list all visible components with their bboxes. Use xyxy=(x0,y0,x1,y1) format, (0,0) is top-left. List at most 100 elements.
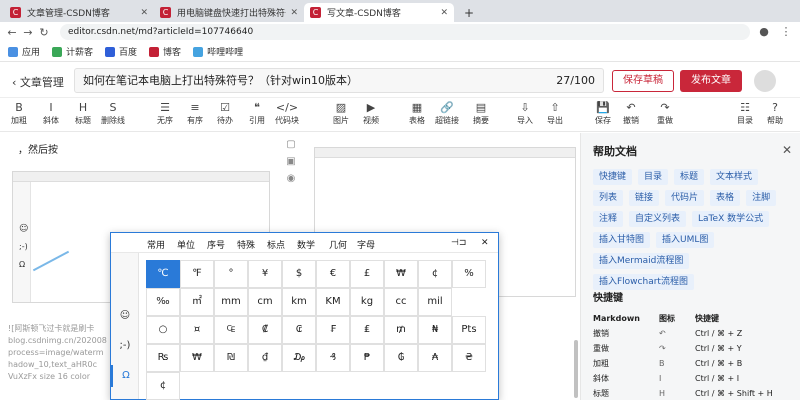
toolbar-12-button[interactable]: 🔗 超链接 xyxy=(430,100,464,126)
help-chip[interactable]: 插入Mermaid流程图 xyxy=(593,253,690,269)
symbol-key[interactable]: cc xyxy=(384,288,418,316)
bookmark-bilibili[interactable]: 哔哩哔哩 xyxy=(193,45,243,58)
ime-tab[interactable]: 数学 xyxy=(297,238,315,251)
toolbar-15-button[interactable]: ⇧ 导出 xyxy=(538,100,572,126)
symbol-key[interactable]: ₣ xyxy=(316,316,350,344)
back-arrow-icon[interactable]: ← xyxy=(4,26,20,39)
symbol-key[interactable]: ₢ xyxy=(282,316,316,344)
toolbar-5-button[interactable]: ≡ 有序 xyxy=(178,100,212,126)
copy-icon[interactable]: ▣ xyxy=(284,156,298,170)
help-chip[interactable]: 列表 xyxy=(593,190,624,206)
pin-icon[interactable]: ⊣⊐ xyxy=(451,238,466,248)
tab-close-icon[interactable]: ✕ xyxy=(140,8,148,18)
sync-scroll-icon[interactable]: ▢ xyxy=(284,139,298,153)
toolbar-2-button[interactable]: H 标题 xyxy=(66,100,100,126)
symbol-key[interactable]: ₨ xyxy=(146,344,180,372)
preview-scrollbar[interactable] xyxy=(574,340,578,398)
symbol-key[interactable]: € xyxy=(316,260,350,288)
bookmark-blog[interactable]: 博客 xyxy=(149,45,181,58)
tab-write-article[interactable]: C 写文章-CSDN博客 ✕ xyxy=(304,3,454,22)
ime-tab[interactable]: 序号 xyxy=(207,238,225,251)
close-icon[interactable]: ✕ xyxy=(481,238,489,248)
toolbar-0-button[interactable]: B 加粗 xyxy=(2,100,36,126)
toolbar-6-button[interactable]: ☑ 待办 xyxy=(208,100,242,126)
symbol-key[interactable]: ₫ xyxy=(248,344,282,372)
symbol-key[interactable]: ¥ xyxy=(248,260,282,288)
help-chip[interactable]: 目录 xyxy=(638,169,669,185)
emoji-icon[interactable]: ☺ xyxy=(111,305,139,327)
symbol-key[interactable]: Pts xyxy=(452,316,486,344)
symbol-key[interactable]: ₴ xyxy=(452,344,486,372)
symbol-key[interactable]: ¤ xyxy=(180,316,214,344)
symbol-key[interactable]: % xyxy=(452,260,486,288)
toolbar-19-button[interactable]: ☷ 目录 xyxy=(728,100,762,126)
symbol-key[interactable]: ₲ xyxy=(384,344,418,372)
help-chip[interactable]: 注脚 xyxy=(746,190,777,206)
help-chip[interactable]: 自定义列表 xyxy=(629,211,687,227)
ime-tab[interactable]: 常用 xyxy=(147,238,165,251)
help-chip[interactable]: 标题 xyxy=(674,169,705,185)
new-tab-button[interactable]: + xyxy=(458,3,476,22)
help-chip[interactable]: 快捷键 xyxy=(593,169,633,185)
symbol-key[interactable]: ₥ xyxy=(384,316,418,344)
symbol-key[interactable]: km xyxy=(282,288,316,316)
toolbar-13-button[interactable]: ▤ 摘要 xyxy=(464,100,498,126)
ime-tab[interactable]: 特殊 xyxy=(237,238,255,251)
symbol-key[interactable]: $ xyxy=(282,260,316,288)
account-icon[interactable]: ● xyxy=(756,25,772,38)
toolbar-9-button[interactable]: ▨ 图片 xyxy=(324,100,358,126)
toolbar-1-button[interactable]: I 斜体 xyxy=(34,100,68,126)
symbol-key[interactable]: ₤ xyxy=(350,316,384,344)
symbol-key[interactable]: ¢ xyxy=(146,372,180,400)
forward-arrow-icon[interactable]: → xyxy=(20,26,36,39)
symbol-key[interactable]: mil xyxy=(418,288,452,316)
symbol-key[interactable]: ° xyxy=(214,260,248,288)
bookmark-jixinke[interactable]: 计薪客 xyxy=(52,45,93,58)
bookmark-apps[interactable]: 应用 xyxy=(8,45,40,58)
symbol-key[interactable]: ₦ xyxy=(418,316,452,344)
symbol-key[interactable]: ₡ xyxy=(248,316,282,344)
toolbar-4-button[interactable]: ☰ 无序 xyxy=(148,100,182,126)
ime-tab[interactable]: 标点 xyxy=(267,238,285,251)
symbol-key[interactable]: ℃ xyxy=(146,260,180,288)
symbol-key[interactable]: ○ xyxy=(146,316,180,344)
symbol-key[interactable]: ¢ xyxy=(418,260,452,288)
avatar[interactable] xyxy=(754,70,776,92)
symbol-key[interactable]: KM xyxy=(316,288,350,316)
help-chip[interactable]: 插入UML图 xyxy=(656,232,715,248)
symbol-key[interactable]: ℉ xyxy=(180,260,214,288)
toolbar-18-button[interactable]: ↷ 重做 xyxy=(648,100,682,126)
tab-article-manage[interactable]: C 文章管理-CSDN博客 ✕ xyxy=(4,3,154,22)
emoticon-icon[interactable]: ;-) xyxy=(111,335,139,357)
toolbar-20-button[interactable]: ? 帮助 xyxy=(758,100,792,126)
symbol-key[interactable]: mm xyxy=(214,288,248,316)
bookmark-baidu[interactable]: 百度 xyxy=(105,45,137,58)
help-chip[interactable]: 表格 xyxy=(710,190,741,206)
symbol-key[interactable]: ₩ xyxy=(384,260,418,288)
article-title-input[interactable]: 如何在笔记本电脑上打出特殊符号？（针对win10版本） 27/100 xyxy=(74,68,604,93)
symbol-key[interactable]: ₠ xyxy=(214,316,248,344)
help-chip[interactable]: 插入Flowchart流程图 xyxy=(593,274,694,290)
help-chip[interactable]: 插入甘特图 xyxy=(593,232,651,248)
help-chip[interactable]: 链接 xyxy=(629,190,660,206)
url-field[interactable]: editor.csdn.net/md?articleId=107746640 xyxy=(60,24,750,40)
ime-tab[interactable]: 单位 xyxy=(177,238,195,251)
ime-tab[interactable]: 几何 xyxy=(329,238,347,251)
menu-kebab-icon[interactable]: ⋮ xyxy=(778,25,794,38)
toolbar-14-button[interactable]: ⇩ 导入 xyxy=(508,100,542,126)
toolbar-11-button[interactable]: ▦ 表格 xyxy=(400,100,434,126)
close-icon[interactable]: ✕ xyxy=(782,143,792,157)
symbol-key[interactable]: ₰ xyxy=(316,344,350,372)
symbol-key[interactable]: £ xyxy=(350,260,384,288)
symbol-key[interactable]: ₪ xyxy=(214,344,248,372)
toolbar-10-button[interactable]: ▶ 视频 xyxy=(354,100,388,126)
tab-close-icon[interactable]: ✕ xyxy=(290,8,298,18)
symbol-key[interactable]: ㎡ xyxy=(180,288,214,316)
symbol-key[interactable]: ₯ xyxy=(282,344,316,372)
ime-tab[interactable]: 字母 xyxy=(357,238,375,251)
symbol-key[interactable]: ₩ xyxy=(180,344,214,372)
toolbar-3-button[interactable]: S 删除线 xyxy=(96,100,130,126)
toolbar-8-button[interactable]: </> 代码块 xyxy=(270,100,304,126)
help-chip[interactable]: LaTeX 数学公式 xyxy=(692,211,770,227)
help-chip[interactable]: 注释 xyxy=(593,211,624,227)
